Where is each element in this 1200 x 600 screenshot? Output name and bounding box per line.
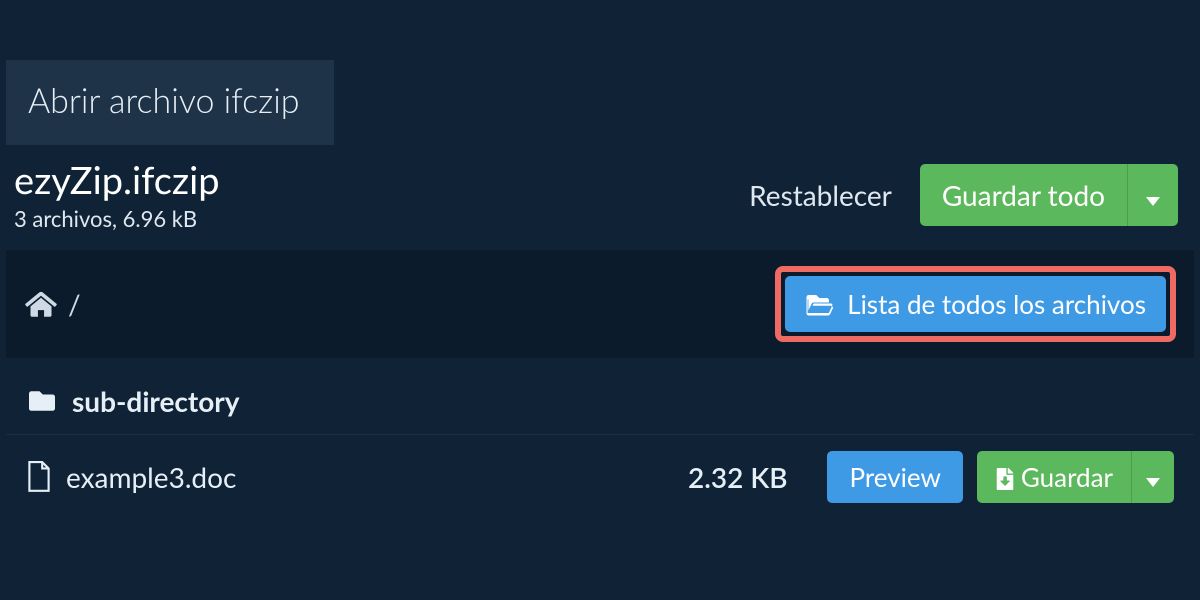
row-label: sub-directory bbox=[72, 384, 240, 418]
row-name: sub-directory bbox=[26, 384, 1174, 418]
tab-label: Abrir archivo ifczip bbox=[28, 80, 300, 121]
home-icon bbox=[24, 290, 58, 318]
save-label: Guardar bbox=[977, 451, 1131, 503]
highlight-frame: Lista de todos los archivos bbox=[775, 266, 1176, 342]
save-all-button[interactable]: Guardar todo bbox=[920, 164, 1178, 226]
save-all-caret[interactable] bbox=[1127, 164, 1178, 226]
chevron-down-icon bbox=[1146, 197, 1160, 206]
preview-button[interactable]: Preview bbox=[827, 451, 962, 503]
folder-open-icon bbox=[805, 292, 835, 316]
download-icon bbox=[995, 468, 1015, 490]
row-name: example3.doc bbox=[26, 460, 670, 494]
save-caret[interactable] bbox=[1131, 451, 1174, 503]
tab-open-file[interactable]: Abrir archivo ifczip bbox=[6, 60, 334, 145]
list-item[interactable]: example3.doc 2.32 KB Preview Guardar bbox=[6, 434, 1194, 519]
file-info: ezyZip.ifczip 3 archivos, 6.96 kB bbox=[14, 157, 220, 232]
file-header: ezyZip.ifczip 3 archivos, 6.96 kB Restab… bbox=[0, 145, 1200, 250]
row-label: example3.doc bbox=[66, 460, 236, 494]
list-all-files-button[interactable]: Lista de todos los archivos bbox=[785, 276, 1166, 332]
file-name: ezyZip.ifczip bbox=[14, 157, 220, 203]
breadcrumb[interactable]: / bbox=[24, 287, 81, 321]
list-item[interactable]: sub-directory bbox=[6, 368, 1194, 434]
folder-icon bbox=[26, 388, 58, 414]
file-icon bbox=[26, 461, 52, 493]
save-button[interactable]: Guardar bbox=[977, 451, 1174, 503]
chevron-down-icon bbox=[1146, 478, 1160, 487]
header-actions: Restablecer Guardar todo bbox=[749, 164, 1178, 226]
breadcrumb-bar: / Lista de todos los archivos bbox=[6, 250, 1194, 358]
file-meta: 3 archivos, 6.96 kB bbox=[14, 205, 220, 232]
list-all-label: Lista de todos los archivos bbox=[847, 288, 1146, 320]
reset-button[interactable]: Restablecer bbox=[749, 178, 892, 212]
save-all-label: Guardar todo bbox=[920, 164, 1127, 226]
preview-label: Preview bbox=[849, 461, 940, 493]
breadcrumb-sep: / bbox=[68, 287, 81, 321]
row-actions: Preview Guardar bbox=[827, 451, 1174, 503]
file-list: sub-directory example3.doc 2.32 KB Previ… bbox=[6, 368, 1194, 519]
row-size: 2.32 KB bbox=[688, 460, 787, 494]
